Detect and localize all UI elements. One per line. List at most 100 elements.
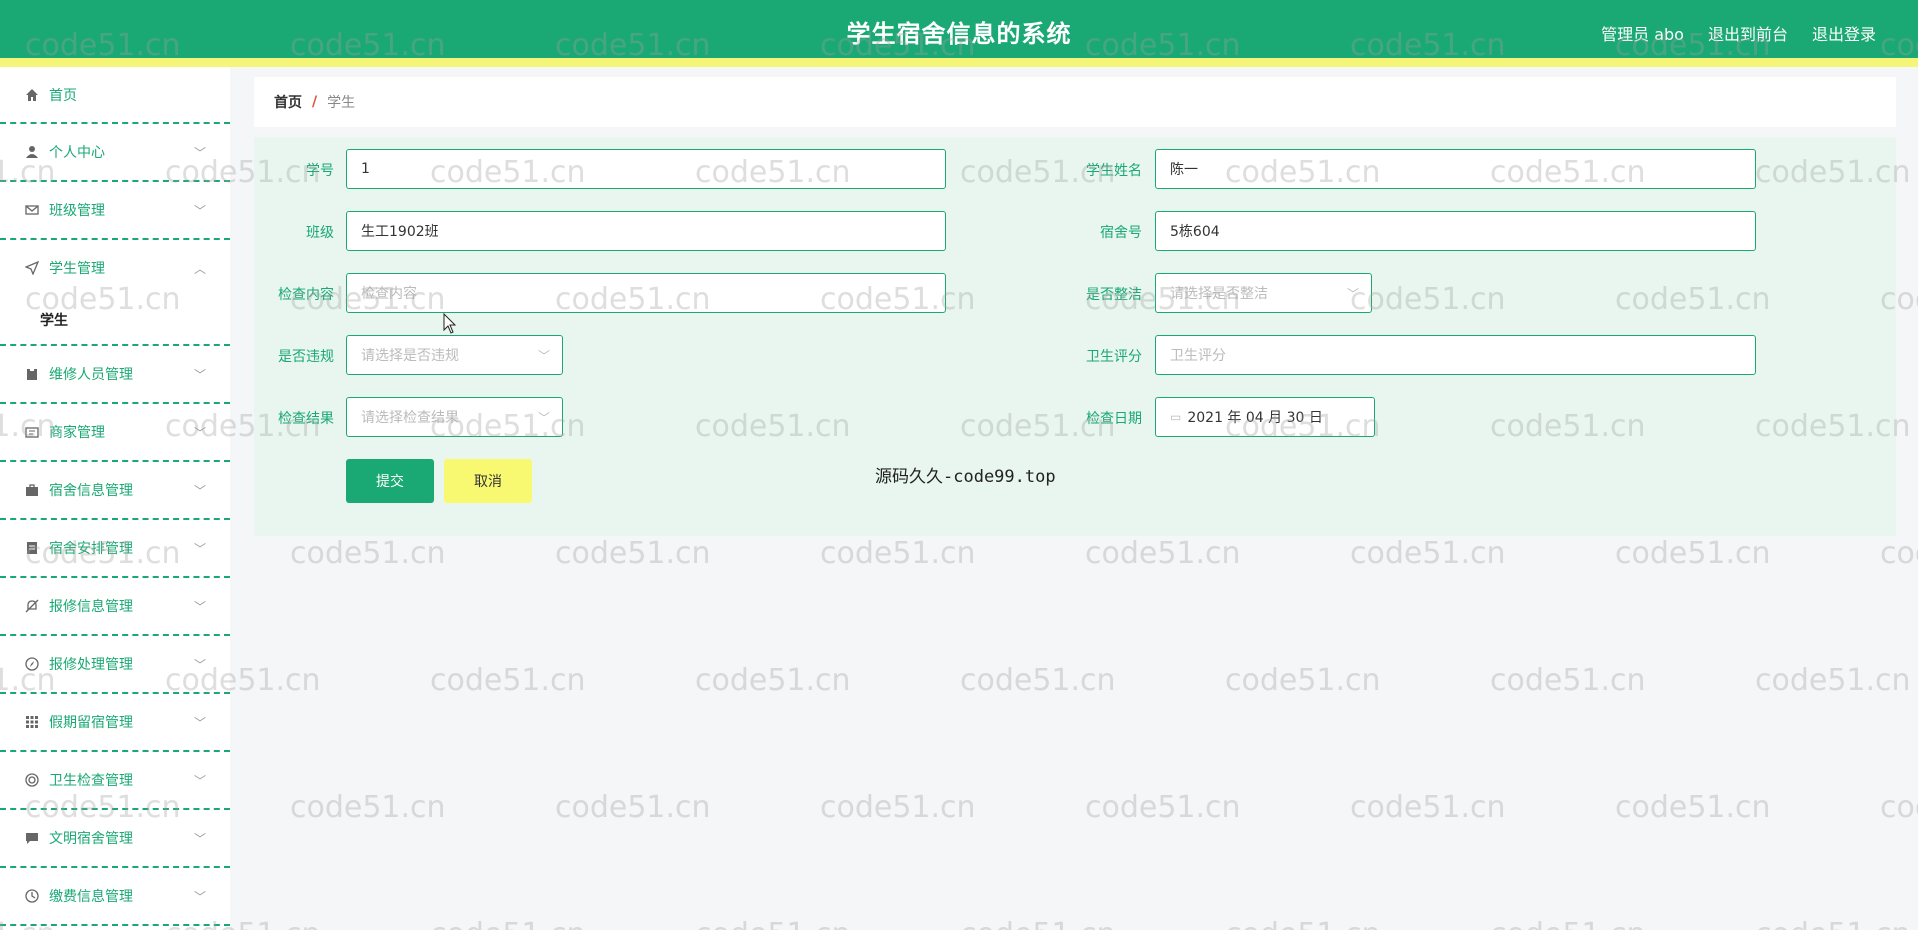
watermark-text: code51.cn: [1350, 536, 1506, 571]
dorm-number-input[interactable]: 5栋604: [1155, 211, 1756, 251]
admin-user-label[interactable]: 管理员 abo: [1601, 21, 1684, 45]
logout-link[interactable]: 退出登录: [1812, 21, 1876, 45]
sidebar-item-label: 学生管理: [49, 261, 105, 277]
breadcrumb-separator: /: [312, 94, 318, 110]
sidebar-item-repair-handle[interactable]: 报修处理管理 ﹀: [0, 636, 230, 694]
sidebar-item-label: 宿舍信息管理: [49, 483, 133, 499]
chevron-down-icon: ﹀: [193, 658, 206, 672]
watermark-text: code51.cn: [1490, 917, 1646, 930]
sidebar-item-personal[interactable]: 个人中心 ﹀: [0, 124, 230, 182]
chevron-down-icon: ﹀: [193, 426, 206, 440]
send-icon: [24, 260, 40, 276]
watermark-text: code51.cn: [695, 663, 851, 698]
sidebar-item-label: 卫生检查管理: [49, 773, 133, 789]
result-select-placeholder: 请选择检查结果: [361, 410, 459, 426]
user-icon: [24, 144, 40, 160]
document-icon: [24, 540, 40, 556]
class-input[interactable]: 生工1902班: [346, 211, 946, 251]
watermark-text: code51.cn: [1350, 790, 1506, 825]
sidebar-item-merchant[interactable]: 商家管理 ﹀: [0, 404, 230, 462]
sidebar-item-payment[interactable]: 缴费信息管理 ﹀: [0, 868, 230, 926]
source-watermark-text: 源码久久-code99.top: [875, 467, 1056, 487]
chevron-down-icon: ﹀: [193, 204, 206, 218]
compass-icon: [24, 656, 40, 672]
sidebar-item-dorm-arrange[interactable]: 宿舍安排管理 ﹀: [0, 520, 230, 578]
date-label: 检查日期: [1086, 411, 1142, 427]
sidebar-item-hygiene-check[interactable]: 卫生检查管理 ﹀: [0, 752, 230, 810]
watermark-text: code51.cn: [1490, 663, 1646, 698]
sidebar-item-student[interactable]: 学生管理 ︿: [0, 240, 230, 296]
chevron-down-icon: ﹀: [1346, 287, 1359, 301]
result-label: 检查结果: [278, 411, 334, 427]
chevron-down-icon: ﹀: [193, 774, 206, 788]
cancel-button[interactable]: 取消: [444, 459, 532, 503]
chevron-down-icon: ﹀: [537, 411, 550, 425]
sidebar-item-label: 商家管理: [49, 425, 105, 441]
header-stripe: [0, 58, 1918, 67]
sidebar-item-label: 报修信息管理: [49, 599, 133, 615]
result-select[interactable]: 请选择检查结果 ﹀: [346, 397, 563, 437]
student-name-input[interactable]: 陈一: [1155, 149, 1756, 189]
sidebar-item-dorm-info[interactable]: 宿舍信息管理 ﹀: [0, 462, 230, 520]
sidebar-item-class[interactable]: 班级管理 ﹀: [0, 182, 230, 240]
sidebar-item-repair-info[interactable]: 报修信息管理 ﹀: [0, 578, 230, 636]
breadcrumb-current: 学生: [327, 95, 356, 111]
student-name-label: 学生姓名: [1086, 163, 1142, 179]
submit-button[interactable]: 提交: [346, 459, 434, 503]
mail-icon: [24, 202, 40, 218]
target-icon: [24, 772, 40, 788]
sidebar: 首页 个人中心 ﹀ 班级管理 ﹀ 学生管理 ︿ 学生 维修人员管理 ﹀ 商家管理…: [0, 67, 230, 930]
watermark-text: code51.cn: [555, 790, 711, 825]
chevron-down-icon: ﹀: [193, 484, 206, 498]
sidebar-item-label: 个人中心: [49, 145, 105, 161]
sidebar-item-holiday-stay[interactable]: 假期留宿管理 ﹀: [0, 694, 230, 752]
watermark-text: code51.cn: [1225, 663, 1381, 698]
card-icon: [24, 424, 40, 440]
watermark-text: code51.cn: [1085, 536, 1241, 571]
bell-off-icon: [24, 598, 40, 614]
tidy-label: 是否整洁: [1086, 287, 1142, 303]
top-header: 学生宿舍信息的系统 管理员 abo 退出到前台 退出登录: [0, 0, 1918, 67]
date-picker[interactable]: ▭ 2021 年 04 月 30 日: [1155, 397, 1375, 437]
violation-select[interactable]: 请选择是否违规 ﹀: [346, 335, 563, 375]
violation-select-placeholder: 请选择是否违规: [361, 348, 459, 364]
class-label: 班级: [306, 225, 334, 241]
watermark-text: code51.cn: [290, 536, 446, 571]
watermark-text: code51.cn: [1755, 663, 1911, 698]
chevron-down-icon: ﹀: [193, 368, 206, 382]
briefcase-icon: [24, 482, 40, 498]
chevron-down-icon: ﹀: [193, 600, 206, 614]
watermark-text: code51.cn: [820, 790, 976, 825]
sidebar-item-home[interactable]: 首页: [0, 67, 230, 124]
date-value: 2021 年 04 月 30 日: [1187, 410, 1323, 426]
violation-label: 是否违规: [278, 349, 334, 365]
student-id-input[interactable]: 1: [346, 149, 946, 189]
breadcrumb-home[interactable]: 首页: [274, 92, 302, 112]
hygiene-score-input[interactable]: 卫生评分: [1155, 335, 1756, 375]
chevron-down-icon: ﹀: [193, 832, 206, 846]
watermark-text: code51.cn: [960, 663, 1116, 698]
chat-icon: [24, 830, 40, 846]
sidebar-item-label: 首页: [49, 87, 77, 104]
watermark-text: code51.cn: [1615, 790, 1771, 825]
sidebar-item-civil-dorm[interactable]: 文明宿舍管理 ﹀: [0, 810, 230, 868]
breadcrumb: 首页 / 学生: [254, 77, 1896, 127]
watermark-text: code51.cn: [1880, 790, 1918, 825]
chevron-down-icon: ﹀: [193, 716, 206, 730]
sidebar-item-label: 班级管理: [49, 203, 105, 219]
sidebar-item-repairman[interactable]: 维修人员管理 ﹀: [0, 346, 230, 404]
student-form: 学号 1 学生姓名 陈一 班级 生工1902班 宿舍号 5栋604 检查内容 检…: [254, 137, 1896, 536]
tidy-select[interactable]: 请选择是否整洁 ﹀: [1155, 273, 1372, 313]
inspect-content-input[interactable]: 检查内容: [346, 273, 946, 313]
watermark-text: code51.cn: [820, 536, 976, 571]
back-to-front-link[interactable]: 退出到前台: [1708, 21, 1788, 45]
watermark-text: code51.cn: [1615, 536, 1771, 571]
sidebar-item-label: 宿舍安排管理: [49, 541, 133, 557]
watermark-text: code51.cn: [1085, 790, 1241, 825]
home-icon: [24, 87, 40, 103]
sidebar-subitem-student[interactable]: 学生: [0, 296, 230, 346]
student-id-label: 学号: [306, 163, 334, 179]
chevron-down-icon: ﹀: [193, 890, 206, 904]
dorm-number-label: 宿舍号: [1100, 225, 1142, 241]
watermark-text: code51.cn: [290, 790, 446, 825]
